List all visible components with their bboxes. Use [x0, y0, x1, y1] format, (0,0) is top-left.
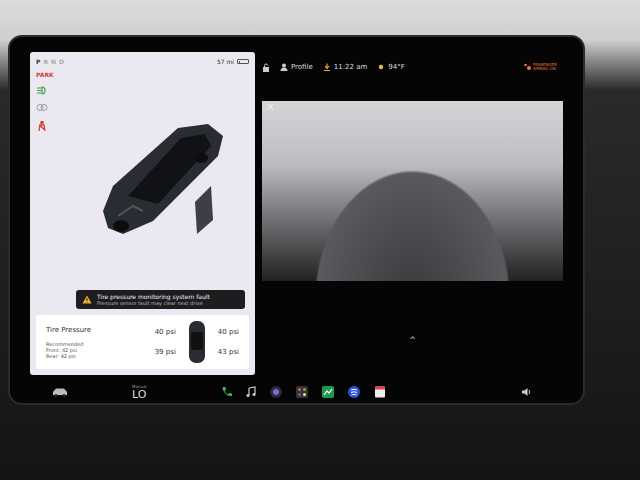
- car-top-icon: [186, 320, 208, 364]
- warning-icon: [82, 295, 92, 304]
- car-3d-icon: [83, 116, 233, 246]
- camera-app-icon[interactable]: [269, 385, 283, 399]
- person-icon: [280, 63, 288, 71]
- time-text: 11:22 am: [334, 63, 368, 71]
- gear-item: D: [59, 58, 64, 65]
- expand-button[interactable]: ^: [409, 336, 416, 345]
- gear-item: P: [36, 58, 40, 65]
- headlight-icon: [36, 86, 48, 95]
- alert-detail: Pressure sensor fault may clear next dri…: [97, 300, 210, 306]
- parking-light-icon: [36, 103, 48, 112]
- park-indicator: PARK: [36, 71, 66, 78]
- airbag-icon: [523, 63, 531, 71]
- top-bar: Profile 11:22 am 94°F PASSENGER AIRBAG ON: [262, 61, 563, 73]
- lock-icon[interactable]: [262, 63, 270, 72]
- temperature: 94°F: [377, 63, 404, 71]
- dock: ManualLO: [30, 375, 563, 403]
- tire-reading: 40 psi: [218, 328, 239, 336]
- gear-selector: PRND: [36, 58, 64, 65]
- profile-label: Profile: [291, 63, 313, 71]
- music-icon[interactable]: [245, 386, 257, 398]
- camera-close-button[interactable]: ×: [266, 102, 274, 112]
- gear-item: R: [43, 58, 48, 65]
- alert-title: Tire pressure monitoring system fault: [97, 293, 210, 300]
- gear-item: N: [51, 58, 56, 65]
- download-icon: [323, 63, 331, 71]
- temperature-text: 94°F: [388, 63, 404, 71]
- recommended-rear: Rear: 42 psi: [46, 353, 145, 359]
- touchscreen: PRND 57 mi PARK Tire pressure monitoring sy…: [8, 35, 585, 405]
- battery-fill: [239, 61, 241, 63]
- airbag-text: PASSENGER AIRBAG ON: [533, 63, 563, 72]
- seatbelt-icon: [36, 120, 48, 132]
- recommended-label: Recommended: [46, 341, 145, 347]
- rear-camera-view: ×: [262, 101, 563, 281]
- tire-pressure-title: Tire Pressure: [46, 326, 145, 334]
- battery-icon: [237, 59, 249, 64]
- airbag-indicator: PASSENGER AIRBAG ON: [523, 63, 563, 72]
- climate-control[interactable]: ManualLO: [132, 384, 147, 400]
- tire-reading: 43 psi: [218, 348, 239, 356]
- page: PRND 57 mi PARK Tire pressure monitoring sy…: [0, 0, 640, 480]
- clock: 11:22 am: [323, 63, 368, 71]
- phone-icon[interactable]: [221, 386, 233, 398]
- fan-level: LO: [132, 389, 146, 400]
- range-indicator: 57 mi: [217, 58, 249, 65]
- energy-app-icon[interactable]: [321, 385, 335, 399]
- tire-reading: 39 psi: [155, 348, 176, 356]
- volume-icon[interactable]: [521, 387, 533, 397]
- tire-pressure-card: Tire Pressure RecommendedFront: 42 psiRea…: [36, 315, 249, 369]
- apps-icon[interactable]: [295, 385, 309, 399]
- streaming-app-icon[interactable]: [347, 385, 361, 399]
- range-text: 57 mi: [217, 58, 234, 65]
- tire-reading: 40 psi: [155, 328, 176, 336]
- tpms-alert: Tire pressure monitoring system faultPre…: [76, 290, 245, 309]
- car-icon[interactable]: [52, 387, 68, 397]
- recommended-front: Front: 42 psi: [46, 347, 145, 353]
- camera-frame: [262, 101, 563, 281]
- sun-icon: [377, 63, 385, 71]
- profile-button[interactable]: Profile: [280, 63, 313, 71]
- calendar-icon[interactable]: [373, 385, 387, 399]
- car-status-panel: PRND 57 mi PARK Tire pressure monitoring sy…: [30, 52, 255, 375]
